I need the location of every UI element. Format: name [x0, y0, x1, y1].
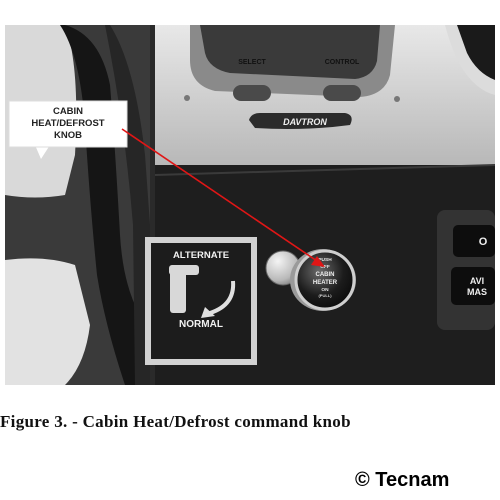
placard-alternate-label: ALTERNATE [173, 250, 229, 261]
cockpit-photo: SELECT CONTROL DAVTRON ALTERNATE NORMAL … [5, 25, 495, 385]
right-switch-label: MAS [467, 287, 487, 297]
knob-label-line: HEATER [313, 280, 338, 286]
knob-label-line: (PULL) [318, 293, 332, 298]
placard-normal-label: NORMAL [179, 319, 223, 330]
figure-caption: Figure 3. - Cabin Heat/Defrost command k… [0, 412, 351, 431]
callout-label-line: HEAT/DEFROST [31, 118, 104, 129]
right-switch-label: AVI [470, 276, 484, 286]
copyright-notice: © Tecnam [355, 469, 450, 491]
control-button-label: CONTROL [325, 59, 360, 66]
knob-label-line: CABIN [316, 272, 335, 278]
right-switch-label: O [479, 236, 488, 248]
callout-label-line: CABIN [53, 106, 83, 117]
callout-label-line: KNOB [54, 130, 82, 141]
select-button-label: SELECT [238, 59, 266, 66]
brand-logo-text: DAVTRON [283, 117, 327, 127]
